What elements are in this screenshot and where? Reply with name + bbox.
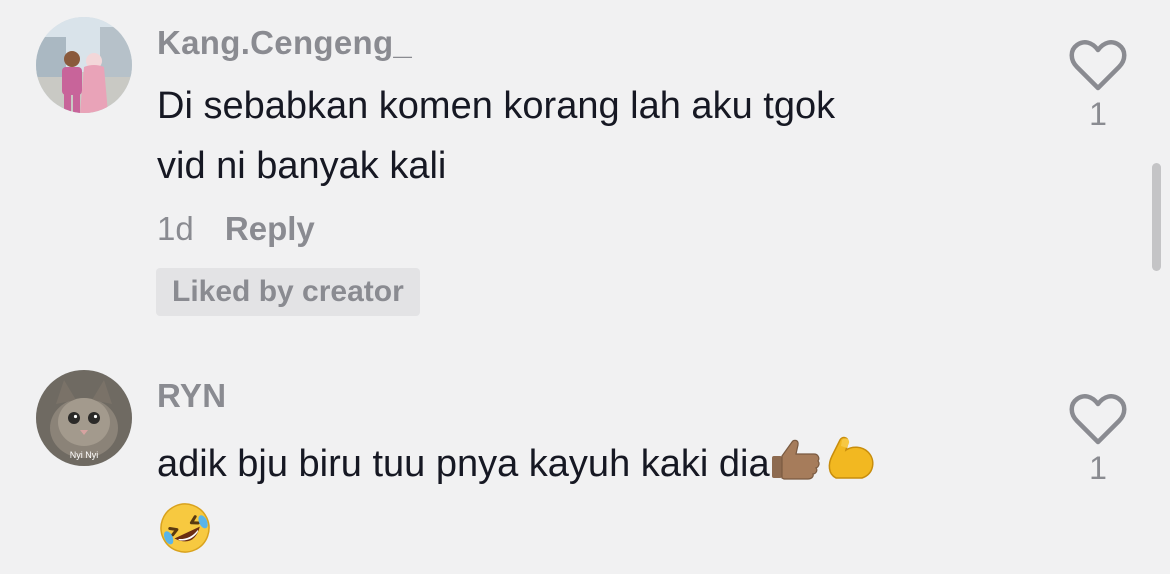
comment-item: Kang.Cengeng_ Di sebabkan komen korang l… — [0, 0, 1170, 340]
avatar[interactable]: Nyi Nyi — [36, 370, 132, 466]
rolling-on-floor-laughing-icon — [157, 500, 213, 574]
like-control: 1 — [1068, 392, 1128, 487]
scrollbar[interactable] — [1152, 163, 1161, 271]
comment-text-line — [157, 500, 1017, 574]
comment-text-line: vid ni banyak kali — [157, 145, 447, 187]
comment-text-line: Di sebabkan komen korang lah aku tgok — [157, 85, 836, 127]
comment-item: Nyi Nyi RYN adik bju biru tuu pnya kayuh… — [0, 340, 1170, 561]
kitten-photo-avatar: Nyi Nyi — [36, 370, 132, 466]
avatar[interactable] — [36, 17, 132, 113]
like-count: 1 — [1089, 450, 1107, 486]
heart-icon[interactable] — [1068, 38, 1128, 94]
couple-photo-avatar — [36, 17, 132, 113]
comment-text: adik bju biru tuu pnya kayuh kaki dia — [157, 434, 1017, 574]
thumbs-up-icon — [770, 438, 822, 500]
comment-text-line: adik bju biru tuu pnya kayuh kaki dia — [157, 434, 1017, 500]
comment-text: Di sebabkan komen korang lah aku tgok vi… — [157, 76, 1017, 196]
flexed-biceps-icon — [822, 434, 882, 500]
like-control: 1 — [1068, 38, 1128, 133]
like-count: 1 — [1089, 96, 1107, 132]
comment-text-content: adik bju biru tuu pnya kayuh kaki dia — [157, 443, 770, 485]
heart-icon[interactable] — [1068, 392, 1128, 448]
avatar-caption: Nyi Nyi — [70, 450, 99, 460]
comment-username[interactable]: Kang.Cengeng_ — [157, 24, 412, 62]
liked-by-creator-badge: Liked by creator — [156, 268, 420, 316]
comment-meta: 1d Reply — [157, 210, 315, 248]
comment-username[interactable]: RYN — [157, 377, 226, 415]
comment-age: 1d — [157, 210, 194, 247]
reply-button[interactable]: Reply — [225, 210, 315, 247]
